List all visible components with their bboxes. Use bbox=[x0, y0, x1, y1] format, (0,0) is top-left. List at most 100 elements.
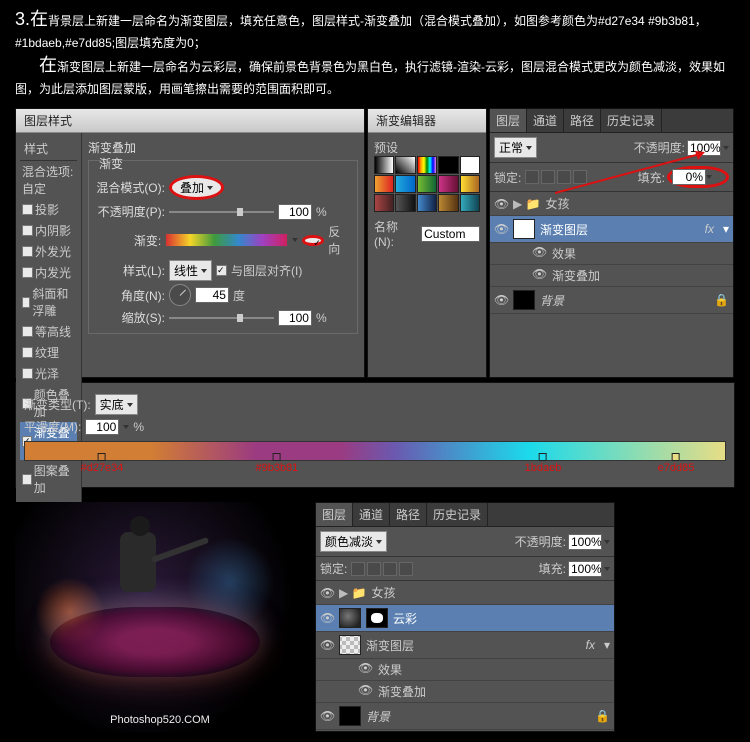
preset-swatch[interactable] bbox=[395, 175, 415, 193]
lock-position-icon[interactable] bbox=[557, 170, 571, 184]
visibility-icon[interactable]: 👁 bbox=[320, 638, 334, 652]
checkbox[interactable] bbox=[22, 368, 33, 379]
lock-position-icon[interactable] bbox=[383, 562, 397, 576]
layer-background[interactable]: 👁背景🔒 bbox=[490, 287, 733, 314]
lock-all-icon[interactable] bbox=[399, 562, 413, 576]
preset-swatch[interactable] bbox=[374, 175, 394, 193]
visibility-icon[interactable]: 👁 bbox=[532, 245, 546, 262]
checkbox[interactable] bbox=[22, 347, 33, 358]
opacity-input[interactable]: 100% bbox=[687, 140, 721, 156]
opacity-slider[interactable] bbox=[169, 211, 274, 213]
reverse-checkbox[interactable] bbox=[302, 235, 324, 246]
align-checkbox[interactable] bbox=[216, 265, 227, 276]
visibility-icon[interactable]: 👁 bbox=[320, 611, 334, 625]
lock-transparency-icon[interactable] bbox=[525, 170, 539, 184]
checkbox[interactable] bbox=[22, 225, 33, 236]
chevron-down-icon[interactable]: ▾ bbox=[723, 222, 729, 236]
visibility-icon[interactable]: 👁 bbox=[494, 222, 508, 236]
layer-clouds[interactable]: 👁云彩 bbox=[316, 605, 614, 632]
tab-history[interactable]: 历史记录 bbox=[427, 503, 488, 526]
blend-mode-select[interactable]: 叠加 bbox=[169, 175, 224, 200]
tab-channels[interactable]: 通道 bbox=[353, 503, 390, 526]
fx-contour[interactable]: 等高线 bbox=[20, 321, 77, 342]
lock-pixels-icon[interactable] bbox=[367, 562, 381, 576]
checkbox[interactable] bbox=[22, 267, 33, 278]
fill-input[interactable]: 100% bbox=[568, 561, 602, 577]
visibility-icon[interactable]: 👁 bbox=[494, 293, 508, 307]
visibility-icon[interactable]: 👁 bbox=[358, 683, 372, 700]
chevron-down-icon[interactable] bbox=[604, 567, 610, 571]
angle-input[interactable]: 45 bbox=[195, 287, 229, 303]
fx-badge[interactable]: fx bbox=[586, 638, 595, 652]
chevron-down-icon[interactable] bbox=[292, 238, 298, 242]
chevron-down-icon[interactable] bbox=[604, 540, 610, 544]
preset-swatch[interactable] bbox=[460, 156, 480, 174]
chevron-down-icon[interactable] bbox=[706, 175, 712, 179]
scale-slider[interactable] bbox=[169, 317, 274, 319]
layer-effects-header[interactable]: 👁效果 bbox=[316, 659, 614, 681]
layer-gradient[interactable]: 👁渐变图层fx▾ bbox=[490, 216, 733, 243]
checkbox[interactable] bbox=[22, 204, 33, 215]
lock-all-icon[interactable] bbox=[573, 170, 587, 184]
visibility-icon[interactable]: 👁 bbox=[494, 197, 508, 211]
tab-paths[interactable]: 路径 bbox=[390, 503, 427, 526]
opacity-input[interactable]: 100% bbox=[568, 534, 602, 550]
visibility-icon[interactable]: 👁 bbox=[320, 586, 334, 600]
tab-layers[interactable]: 图层 bbox=[316, 503, 353, 526]
blend-mode-select[interactable]: 正常 bbox=[494, 137, 537, 158]
gradient-preview[interactable] bbox=[165, 233, 288, 247]
fx-badge[interactable]: fx bbox=[705, 222, 714, 236]
blend-options[interactable]: 混合选项:自定 bbox=[20, 161, 77, 199]
preset-swatch[interactable] bbox=[374, 156, 394, 174]
visibility-icon[interactable]: 👁 bbox=[358, 661, 372, 678]
chevron-down-icon[interactable]: ▾ bbox=[604, 638, 610, 652]
fx-satin[interactable]: 光泽 bbox=[20, 363, 77, 384]
smooth-input[interactable]: 100 bbox=[85, 419, 119, 435]
preset-swatch[interactable] bbox=[460, 194, 480, 212]
preset-swatch[interactable] bbox=[417, 194, 437, 212]
gradient-stop[interactable]: 1bdaeb bbox=[525, 453, 562, 474]
layer-group[interactable]: 👁▶ 📁女孩 bbox=[490, 192, 733, 216]
preset-swatch[interactable] bbox=[417, 175, 437, 193]
layer-effects-header[interactable]: 👁效果 bbox=[490, 243, 733, 265]
fx-texture[interactable]: 纹理 bbox=[20, 342, 77, 363]
preset-swatch[interactable] bbox=[438, 156, 458, 174]
layer-gradient[interactable]: 👁渐变图层fx▾ bbox=[316, 632, 614, 659]
tab-history[interactable]: 历史记录 bbox=[601, 109, 662, 132]
opacity-input[interactable]: 100 bbox=[278, 204, 312, 220]
angle-gizmo[interactable] bbox=[169, 284, 191, 306]
fx-inner-glow[interactable]: 内发光 bbox=[20, 262, 77, 283]
tab-channels[interactable]: 通道 bbox=[527, 109, 564, 132]
checkbox[interactable] bbox=[22, 246, 33, 257]
chevron-down-icon[interactable] bbox=[123, 425, 129, 429]
checkbox[interactable] bbox=[22, 326, 33, 337]
visibility-icon[interactable]: 👁 bbox=[320, 709, 334, 723]
fx-pattern-overlay[interactable]: 图案叠加 bbox=[20, 460, 77, 498]
fx-outer-glow[interactable]: 外发光 bbox=[20, 241, 77, 262]
gradient-stop[interactable]: #d27e34 bbox=[81, 453, 124, 474]
fx-inner-shadow[interactable]: 内阴影 bbox=[20, 220, 77, 241]
grad-type-select[interactable]: 实底 bbox=[95, 394, 138, 415]
tab-layers[interactable]: 图层 bbox=[490, 109, 527, 132]
layer-group[interactable]: 👁▶ 📁女孩 bbox=[316, 581, 614, 605]
chevron-down-icon[interactable] bbox=[723, 146, 729, 150]
effect-gradient-overlay[interactable]: 👁渐变叠加 bbox=[316, 681, 614, 703]
fill-input[interactable]: 0% bbox=[672, 169, 706, 185]
preset-swatch[interactable] bbox=[395, 194, 415, 212]
preset-swatch[interactable] bbox=[438, 194, 458, 212]
name-input[interactable]: Custom bbox=[421, 226, 480, 242]
fx-bevel[interactable]: 斜面和浮雕 bbox=[20, 283, 77, 321]
visibility-icon[interactable]: 👁 bbox=[532, 267, 546, 284]
gradient-stop[interactable]: #9b3b81 bbox=[256, 453, 299, 474]
lock-transparency-icon[interactable] bbox=[351, 562, 365, 576]
tab-paths[interactable]: 路径 bbox=[564, 109, 601, 132]
blend-mode-select[interactable]: 颜色减淡 bbox=[320, 531, 387, 552]
checkbox[interactable] bbox=[22, 474, 32, 485]
preset-swatch[interactable] bbox=[395, 156, 415, 174]
preset-swatch[interactable] bbox=[417, 156, 437, 174]
style-select[interactable]: 线性 bbox=[169, 260, 212, 281]
checkbox[interactable] bbox=[22, 297, 30, 308]
effect-gradient-overlay[interactable]: 👁渐变叠加 bbox=[490, 265, 733, 287]
preset-swatch[interactable] bbox=[374, 194, 394, 212]
layer-background[interactable]: 👁背景🔒 bbox=[316, 703, 614, 730]
